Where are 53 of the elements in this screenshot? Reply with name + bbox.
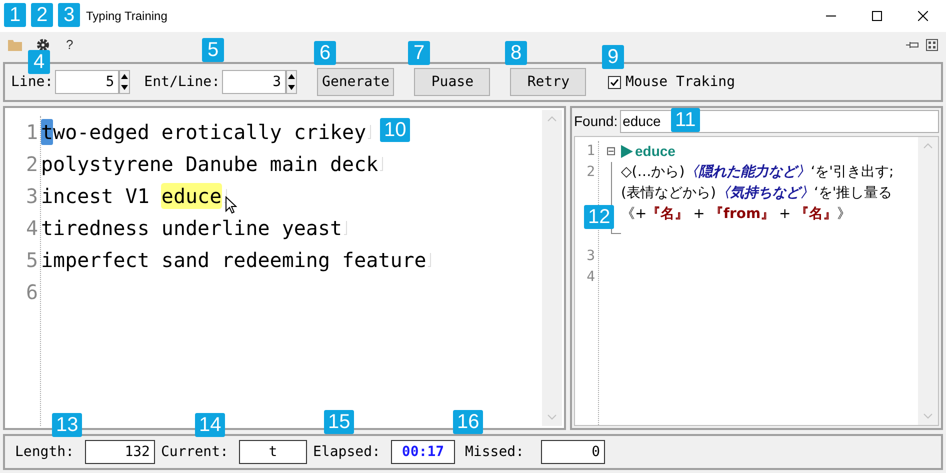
help-button[interactable]: ? — [66, 35, 74, 55]
editor-text: incest V1 — [41, 183, 150, 209]
stat-label: Elapsed: — [313, 442, 382, 462]
line-number: 4 — [26, 215, 38, 242]
callout-badge: 11 — [671, 108, 700, 132]
callout-badge: 12 — [584, 205, 614, 229]
collapse-toggle[interactable]: ⊟ — [606, 141, 616, 162]
stat-label: Missed: — [465, 442, 526, 462]
callout-badge: 3 — [58, 3, 80, 27]
callout-badge: 2 — [31, 3, 53, 27]
stat-label: Current: — [161, 442, 230, 462]
stat-value: 0 — [541, 440, 605, 464]
ent-per-line-label: Ent/Line: — [144, 72, 220, 92]
stat-value: t — [239, 440, 307, 464]
definition-text: ◇(…から)〈隠れた能力など〉‘を'引き出す;(表情などから)〈気持ちなど〉‘を'推し量る《+『名』 + 『from』 + 『名』》 — [621, 163, 894, 224]
mouse-tracking-label: Mouse Traking — [625, 72, 736, 92]
headword: educe — [635, 142, 676, 161]
line-number: 2 — [26, 151, 38, 178]
cursor-char: t — [41, 119, 54, 145]
stat-value: 00:17 — [391, 440, 455, 464]
editor-text: tiredness underline yeast — [41, 215, 342, 241]
editor-text: wo-edged erotically crikey — [53, 119, 366, 145]
callout-badge: 10 — [380, 118, 410, 142]
line-number: 3 — [26, 183, 38, 210]
highlighted-word: educe — [161, 183, 222, 209]
retry-button[interactable]: Retry — [510, 68, 586, 96]
line-number: 4 — [586, 268, 595, 287]
callout-badge: 13 — [52, 413, 82, 437]
line-number: 3 — [586, 247, 595, 266]
stat-label: Length: — [15, 442, 76, 462]
generate-button[interactable]: Generate — [317, 68, 394, 96]
line-number: 6 — [26, 279, 38, 306]
callout-badge: 7 — [408, 41, 430, 65]
stat-value: 132 — [85, 440, 155, 464]
editor-text: imperfect sand redeeming feature — [41, 247, 426, 273]
callout-badge: 9 — [602, 45, 624, 69]
callout-badge: 14 — [195, 413, 226, 437]
callout-badge: 16 — [453, 410, 484, 434]
callout-badge: 15 — [324, 410, 354, 434]
callout-badge: 8 — [505, 41, 527, 65]
found-label: Found: — [574, 112, 618, 131]
callout-badge: 5 — [202, 38, 224, 62]
line-number: 2 — [586, 163, 595, 182]
line-number: 1 — [586, 142, 595, 161]
editor-text: polystyrene Danube main deck — [41, 151, 378, 177]
line-number: 1 — [26, 119, 38, 146]
line-number: 5 — [26, 247, 38, 274]
window-title: Typing Training — [86, 8, 168, 25]
pause-button[interactable]: Puase — [414, 68, 490, 96]
line-label: Line: — [11, 72, 54, 92]
callout-badge: 6 — [314, 41, 336, 65]
callout-badge: 4 — [28, 50, 50, 74]
callout-badge: 1 — [4, 3, 26, 27]
